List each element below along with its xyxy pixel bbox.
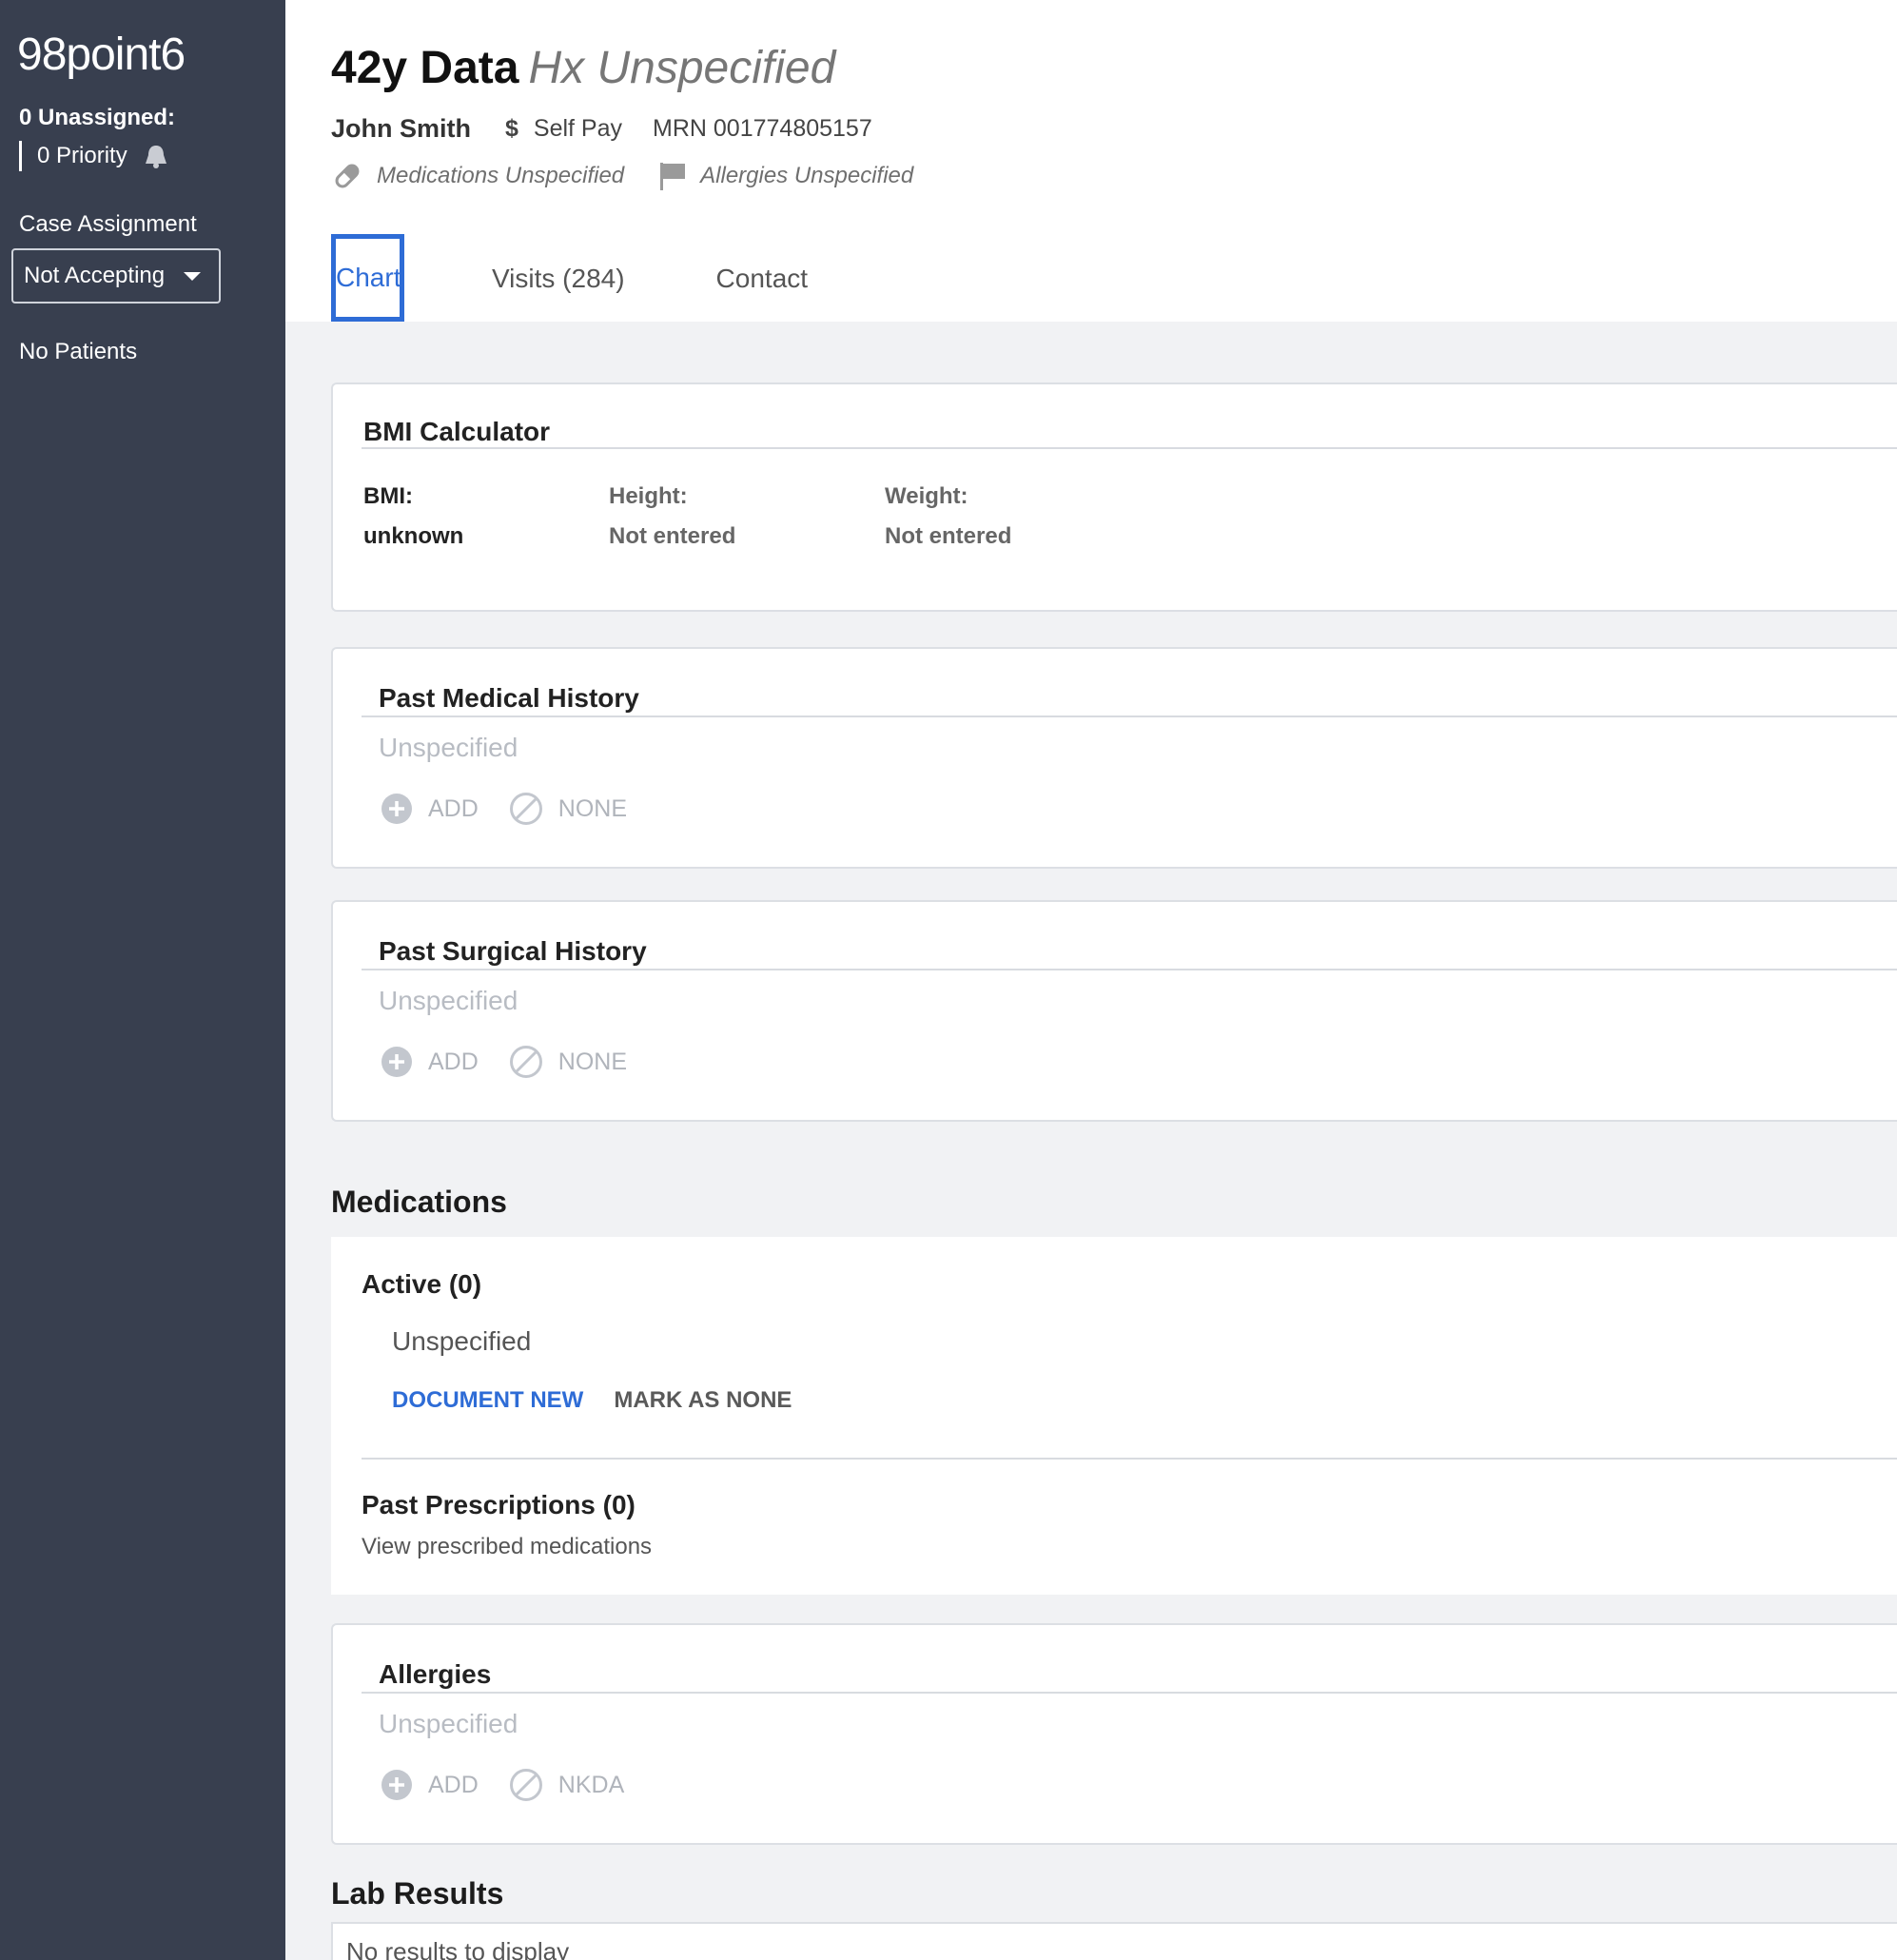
bmi-calculator-title: BMI Calculator — [363, 417, 551, 446]
patient-name: John Smith — [331, 114, 471, 143]
mark-as-none-button[interactable]: MARK AS NONE — [614, 1387, 792, 1414]
medication-actions: DOCUMENT NEW MARK AS NONE — [392, 1387, 792, 1414]
page-title: 42y Data Hx Unspecified — [331, 42, 835, 94]
plus-circle-icon — [381, 1769, 413, 1801]
prohibited-icon — [509, 1045, 543, 1079]
weight-label: Weight: — [885, 483, 968, 509]
document-new-button[interactable]: DOCUMENT NEW — [392, 1387, 583, 1414]
lab-results-card: No results to display — [331, 1922, 1897, 1960]
history-status: Hx Unspecified — [528, 43, 836, 93]
add-label: ADD — [428, 1771, 479, 1798]
none-psh-button[interactable]: NONE — [509, 1045, 627, 1079]
case-assignment-value: Not Accepting — [24, 263, 166, 288]
prohibited-icon — [509, 1768, 543, 1802]
weight-value[interactable]: Not entered — [885, 523, 1011, 550]
unassigned-count: 0 Unassigned: — [19, 105, 176, 130]
no-patients-text: No Patients — [19, 339, 138, 364]
past-medical-history-value: Unspecified — [379, 733, 518, 762]
height-label: Height: — [609, 483, 688, 509]
nkda-label: NKDA — [557, 1771, 625, 1798]
none-label: NONE — [557, 1048, 628, 1075]
active-medications-title: Active (0) — [362, 1269, 482, 1299]
lab-results-heading: Lab Results — [331, 1876, 504, 1911]
payment-type: Self Pay — [533, 115, 623, 142]
section-divider — [362, 969, 1897, 970]
tab-contact[interactable]: Contact — [716, 264, 809, 294]
brand-logo[interactable]: 98point6 — [17, 29, 186, 81]
mrn-number: MRN 001774805157 — [653, 115, 872, 142]
allergies-status: Allergies Unspecified — [700, 163, 914, 188]
add-label: ADD — [428, 1048, 479, 1075]
bmi-calculator-card: BMI Calculator BMI: unknown Height: Not … — [331, 382, 1897, 612]
height-value[interactable]: Not entered — [609, 523, 735, 550]
past-medical-history-title: Past Medical History — [379, 683, 639, 713]
add-label: ADD — [428, 794, 479, 822]
bmi-value: unknown — [363, 523, 464, 549]
section-divider — [362, 1692, 1897, 1694]
priority-divider — [19, 141, 22, 171]
case-assignment-label: Case Assignment — [19, 211, 197, 237]
section-divider — [362, 715, 1897, 717]
sidebar: 98point6 0 Unassigned: 0 Priority Case A… — [0, 0, 285, 1960]
bmi-label: BMI: — [363, 483, 413, 509]
nkda-button[interactable]: NKDA — [509, 1768, 624, 1802]
view-prescribed-medications-link[interactable]: View prescribed medications — [362, 1534, 652, 1560]
none-label: NONE — [557, 794, 628, 822]
patient-meta-row: John Smith $ Self Pay MRN 001774805157 — [331, 114, 872, 144]
case-assignment-select[interactable]: Not Accepting — [11, 248, 221, 304]
past-medical-history-card: Past Medical History Unspecified ADD NON… — [331, 647, 1897, 869]
medications-status: Medications Unspecified — [377, 163, 625, 188]
flag-icon — [658, 161, 687, 191]
section-divider — [362, 1458, 1897, 1460]
dollar-icon: $ — [505, 115, 518, 142]
past-surgical-history-actions: ADD NONE — [381, 1045, 627, 1079]
past-surgical-history-card: Past Surgical History Unspecified ADD NO… — [331, 900, 1897, 1122]
priority-count: 0 Priority — [37, 143, 127, 168]
chevron-down-icon — [183, 263, 202, 289]
medications-heading: Medications — [331, 1185, 507, 1219]
allergies-card: Allergies Unspecified ADD NKDA — [331, 1623, 1897, 1845]
priority-count-row: 0 Priority — [19, 141, 169, 171]
prohibited-icon — [509, 792, 543, 826]
add-psh-button[interactable]: ADD — [381, 1046, 479, 1078]
add-allergy-button[interactable]: ADD — [381, 1769, 479, 1801]
patient-age-title: 42y Data — [331, 43, 519, 93]
active-medications-value: Unspecified — [392, 1326, 532, 1356]
plus-circle-icon — [381, 793, 413, 825]
add-pmh-button[interactable]: ADD — [381, 793, 479, 825]
none-pmh-button[interactable]: NONE — [509, 792, 627, 826]
lab-results-empty: No results to display — [346, 1937, 570, 1960]
pill-icon — [331, 160, 363, 192]
past-surgical-history-value: Unspecified — [379, 986, 518, 1015]
tab-chart[interactable]: Chart — [331, 234, 404, 322]
patient-status-row: Medications Unspecified Allergies Unspec… — [331, 160, 913, 192]
tab-visits[interactable]: Visits (284) — [492, 264, 625, 294]
allergies-value: Unspecified — [379, 1709, 518, 1738]
medications-card: Active (0) Unspecified DOCUMENT NEW MARK… — [331, 1237, 1897, 1595]
past-prescriptions-title: Past Prescriptions (0) — [362, 1490, 636, 1519]
allergies-title: Allergies — [379, 1659, 492, 1689]
chart-tabs: Chart Visits (284) Contact — [331, 234, 809, 322]
section-divider — [362, 447, 1897, 449]
bell-icon — [143, 144, 169, 168]
allergies-actions: ADD NKDA — [381, 1768, 624, 1802]
patient-header: 42y Data Hx Unspecified John Smith $ Self… — [285, 0, 1897, 322]
past-medical-history-actions: ADD NONE — [381, 792, 627, 826]
plus-circle-icon — [381, 1046, 413, 1078]
past-surgical-history-title: Past Surgical History — [379, 936, 647, 966]
